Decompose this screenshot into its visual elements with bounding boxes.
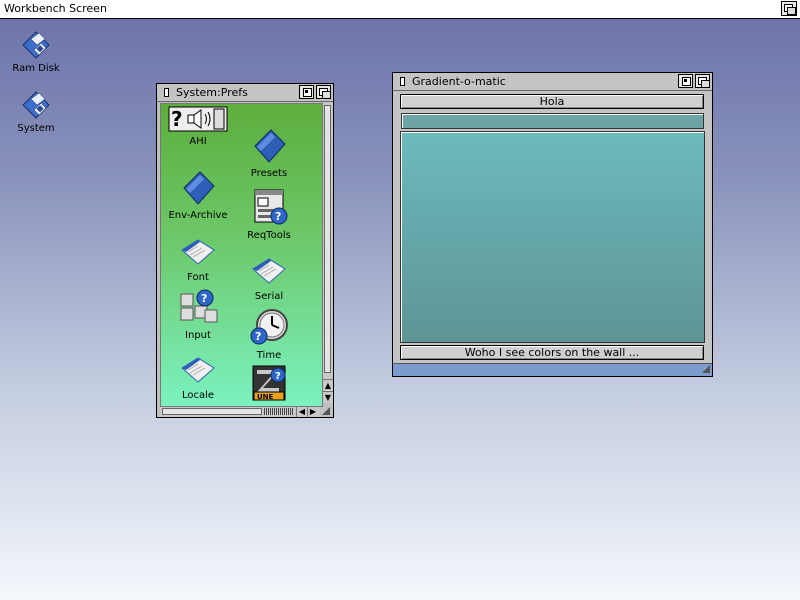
svg-text:?: ?	[255, 330, 261, 343]
prefs-icon-label: Font	[187, 272, 209, 283]
prefs-icon-serial[interactable]: Serial	[234, 255, 304, 302]
svg-text:?: ?	[171, 107, 183, 131]
floppy-disk-icon	[19, 88, 53, 122]
gradient-strip	[401, 113, 704, 129]
prefs-icon-font[interactable]: Font	[163, 236, 233, 283]
input-icon: ?	[180, 289, 218, 323]
serial-icon	[252, 258, 286, 284]
scroll-right-arrow-icon[interactable]: ▶	[307, 407, 318, 417]
scroll-knob[interactable]	[324, 105, 331, 373]
window-bottom-border	[393, 363, 712, 376]
scroll-knob[interactable]	[162, 408, 262, 415]
resize-gadget-icon[interactable]	[701, 364, 711, 374]
screen-title-bar: Workbench Screen	[0, 0, 800, 19]
zoom-button[interactable]	[678, 74, 693, 88]
screen-title: Workbench Screen	[4, 2, 107, 15]
prefs-icon-input[interactable]: ? Input	[163, 288, 233, 341]
zoom-button[interactable]	[299, 85, 314, 99]
font-icon	[181, 239, 215, 265]
prefs-icon-label: Locale	[181, 390, 215, 401]
window-title: System:Prefs	[176, 86, 248, 99]
presets-drawer-icon	[254, 129, 286, 163]
desktop-icon-system[interactable]: System	[6, 88, 66, 134]
scroll-left-arrow-icon[interactable]: ◀	[296, 407, 307, 417]
close-button[interactable]	[396, 75, 408, 87]
prefs-horizontal-scrollbar[interactable]: ◀ ▶	[160, 406, 320, 417]
prefs-icon-label: AHI	[189, 136, 207, 147]
prefs-window: System:Prefs ? AHI Presets Env-Archive ?…	[156, 83, 334, 419]
gradient-window: Gradient-o-matic Hola Woho I see colors …	[392, 72, 713, 377]
prefs-icon-ahi[interactable]: ? AHI	[163, 106, 233, 147]
zune-icon: UNE ?	[252, 365, 286, 401]
svg-text:?: ?	[275, 210, 281, 223]
prefs-icon-label: Env-Archive	[168, 210, 228, 221]
depth-icon	[696, 75, 710, 88]
hola-button[interactable]: Hola	[400, 94, 704, 109]
prefs-icon-env-archive[interactable]: Env-Archive	[163, 170, 233, 221]
gradient-area	[400, 131, 705, 343]
prefs-icon-locale[interactable]: Locale	[163, 354, 233, 401]
depth-icon	[317, 86, 331, 99]
prefs-vertical-scrollbar[interactable]: ▲ ▼	[322, 103, 333, 403]
prefs-title-bar[interactable]: System:Prefs	[157, 84, 333, 102]
env-archive-drawer-icon	[183, 171, 215, 205]
prefs-icon-label: Input	[185, 330, 211, 341]
prefs-icon-reqtools[interactable]: ? ReqTools	[234, 188, 304, 241]
screen-depth-button[interactable]	[781, 1, 797, 16]
svg-text:?: ?	[275, 371, 281, 382]
prefs-icon-time[interactable]: ? Time	[234, 308, 304, 361]
prefs-icon-label: Serial	[254, 291, 284, 302]
scroll-grip	[264, 408, 294, 415]
resize-gadget-icon[interactable]	[321, 406, 331, 416]
prefs-icon-label: ReqTools	[247, 230, 291, 241]
depth-button[interactable]	[316, 85, 331, 99]
gradient-title-bar[interactable]: Gradient-o-matic	[393, 73, 712, 91]
locale-icon	[181, 357, 215, 383]
close-button[interactable]	[160, 86, 172, 98]
prefs-icon-area: ? AHI Presets Env-Archive ? ReqTools Fon…	[160, 103, 323, 419]
desktop-icon-ram-disk[interactable]: Ram Disk	[6, 28, 66, 74]
prefs-icon-label: Time	[256, 350, 282, 361]
zoom-icon	[682, 77, 691, 86]
floppy-disk-icon	[19, 28, 53, 62]
scroll-up-arrow-icon[interactable]: ▲	[323, 379, 333, 391]
prefs-icon-label: Presets	[250, 168, 288, 179]
desktop-icon-label: System	[17, 123, 55, 134]
depth-icon	[782, 2, 796, 15]
scroll-down-arrow-icon[interactable]: ▼	[323, 391, 333, 403]
desktop-icon-label: Ram Disk	[12, 63, 60, 74]
depth-button[interactable]	[695, 74, 710, 88]
clock-icon: ?	[250, 309, 288, 345]
ahi-icon: ?	[168, 106, 228, 132]
reqtools-icon: ?	[254, 189, 288, 225]
svg-text:UNE: UNE	[257, 393, 274, 401]
window-title: Gradient-o-matic	[412, 75, 506, 88]
colors-button[interactable]: Woho I see colors on the wall ...	[400, 345, 704, 360]
zoom-icon	[303, 88, 312, 97]
prefs-icon-presets[interactable]: Presets	[234, 128, 304, 179]
svg-text:?: ?	[201, 292, 207, 305]
